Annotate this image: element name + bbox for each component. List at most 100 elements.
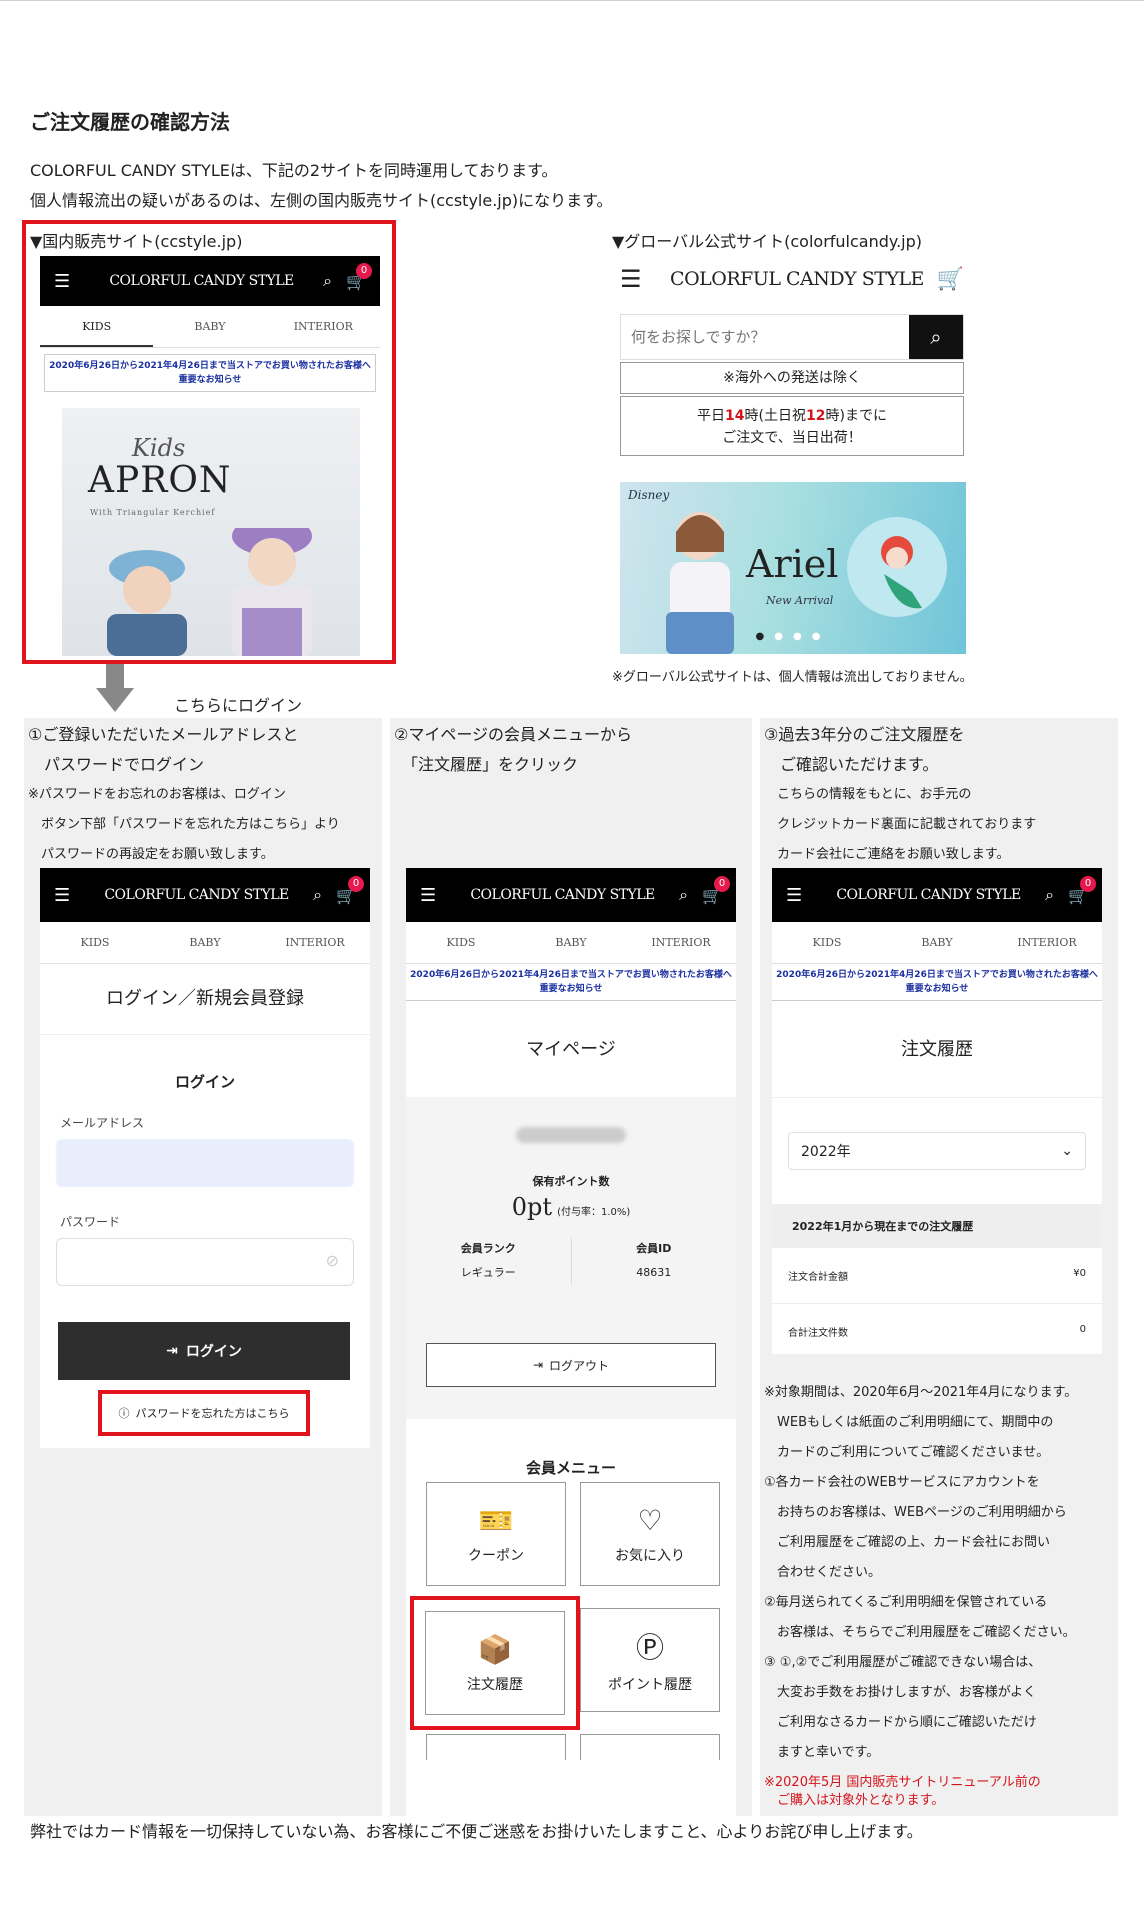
logout-icon: ⇥ — [532, 1358, 544, 1372]
red-note-line: ※2020年5月 国内販売サイトリニューアル前の — [764, 1775, 1041, 1790]
cart-icon[interactable]: 🛒 — [924, 267, 964, 292]
tab-baby[interactable]: BABY — [882, 922, 992, 963]
step3-notes: ※対象期間は、2020年6月～2021年4月になります。 WEBもしくは紙面のご… — [764, 1378, 1077, 1810]
tab-kids[interactable]: KIDS — [40, 306, 154, 347]
cart-badge: 0 — [1080, 876, 1096, 892]
tab-kids[interactable]: KIDS — [40, 922, 150, 963]
order-history-label: 注文履歴 — [467, 1676, 523, 1693]
global-search: ⌕ — [620, 314, 964, 360]
red-note-line: ご購入は対象外となります。 — [764, 1793, 945, 1808]
important-notice-link[interactable]: 2020年6月26日から2021年4月26日まで当ストアでお買い物されたお客様へ… — [44, 354, 376, 392]
search-icon[interactable]: ⌕ — [1045, 885, 1054, 905]
shipping-hour: 12 — [806, 408, 826, 424]
category-tabs: KIDS BABY INTERIOR — [40, 306, 380, 348]
order-history-tile[interactable]: 📦 注文履歴 — [425, 1611, 565, 1715]
eye-off-icon[interactable]: ⊘ — [326, 1251, 339, 1270]
step1-text: ①ご登録いただいたメールアドレスと パスワードでログイン ※パスワードをお忘れの… — [24, 718, 382, 872]
hamburger-icon[interactable]: ☰ — [420, 885, 460, 906]
note-line: お客様は、そちらでご利用履歴をご確認ください。 — [764, 1625, 1076, 1640]
hamburger-icon[interactable]: ☰ — [620, 265, 670, 293]
step1-note: ボタン下部「パスワードを忘れた方はこちら」より — [28, 817, 340, 832]
note-line: 合わせください。 — [764, 1565, 882, 1580]
search-icon[interactable]: ⌕ — [323, 271, 332, 291]
step2-line: ②マイページの会員メニューから — [394, 725, 633, 744]
note-line: ①各カード会社のWEBサービスにアカウントを — [764, 1475, 1040, 1490]
point-history-label: ポイント履歴 — [608, 1677, 692, 1693]
step2-line: 「注文履歴」をクリック — [394, 755, 579, 774]
category-tabs: KIDS BABY INTERIOR — [406, 922, 736, 964]
tab-baby[interactable]: BABY — [150, 922, 260, 963]
tab-kids[interactable]: KIDS — [406, 922, 516, 963]
shipping-text: 時(土日祝 — [744, 408, 806, 424]
tab-baby[interactable]: BABY — [516, 922, 626, 963]
hamburger-icon[interactable]: ☰ — [54, 271, 94, 292]
site-header: ☰ COLORFUL CANDY STYLE ⌕ 🛒 0 — [772, 868, 1102, 922]
shipping-line2: ご注文で、当日出荷！ — [722, 430, 862, 446]
banner-children-image — [107, 528, 312, 656]
site-logo[interactable]: COLORFUL CANDY STYLE — [94, 273, 309, 289]
step3-line: ③過去3年分のご注文履歴を — [764, 725, 965, 744]
important-notice-link[interactable]: 2020年6月26日から2021年4月26日まで当ストアでお買い物されたお客様へ… — [406, 964, 736, 1001]
hamburger-icon[interactable]: ☰ — [786, 885, 826, 906]
cart-badge: 0 — [356, 263, 372, 279]
search-icon: ⌕ — [930, 325, 942, 349]
apron-banner[interactable]: Kids APRON With Triangular Kerchief — [62, 408, 360, 656]
down-arrow-icon — [96, 664, 134, 712]
point-history-tile[interactable]: Ⓟ ポイント履歴 — [580, 1608, 720, 1712]
note-line: ご利用履歴をご確認の上、カード会社にお問い — [764, 1535, 1051, 1550]
banner-subtitle: New Arrival — [766, 594, 834, 607]
step3-note: こちらの情報をもとに、お手元の — [764, 787, 972, 802]
site-logo[interactable]: COLORFUL CANDY STYLE — [94, 887, 299, 903]
total-label: 注文合計金額 — [788, 1272, 848, 1283]
hamburger-icon[interactable]: ☰ — [54, 885, 94, 906]
banner-title: Ariel — [746, 542, 839, 586]
step3-line: ご確認いただけます。 — [764, 755, 939, 774]
email-field[interactable] — [56, 1139, 354, 1187]
search-icon[interactable]: ⌕ — [679, 885, 688, 905]
login-button[interactable]: ⇥ ログイン — [58, 1322, 350, 1380]
global-logo[interactable]: COLORFUL CANDY STYLE — [670, 268, 924, 290]
note-line: ますと幸いです。 — [764, 1745, 880, 1760]
more-tile[interactable] — [426, 1734, 566, 1760]
banner-title: APRON — [88, 460, 232, 501]
site-header: ☰ COLORFUL CANDY STYLE ⌕ 🛒 0 — [406, 868, 736, 922]
logout-area: ⇥ ログアウト — [406, 1343, 736, 1419]
important-notice-link[interactable]: 2020年6月26日から2021年4月26日まで当ストアでお買い物されたお客様へ… — [772, 964, 1102, 1001]
search-input[interactable] — [621, 315, 909, 359]
site-logo[interactable]: COLORFUL CANDY STYLE — [826, 887, 1031, 903]
total-row: 注文合計金額 ¥0 — [772, 1248, 1102, 1304]
domestic-site-mock: ☰ COLORFUL CANDY STYLE ⌕ 🛒 0 KIDS BABY I… — [40, 256, 380, 398]
member-info-row: 会員ランク レギュラー 会員ID 48631 — [406, 1237, 736, 1285]
tab-interior[interactable]: INTERIOR — [626, 922, 736, 963]
note-line: ②毎月送られてくるご利用明細を保管されている — [764, 1595, 1048, 1610]
logout-button[interactable]: ⇥ ログアウト — [426, 1343, 716, 1387]
tab-interior[interactable]: INTERIOR — [267, 306, 380, 347]
tab-interior[interactable]: INTERIOR — [992, 922, 1102, 963]
cart-badge: 0 — [714, 876, 730, 892]
search-icon[interactable]: ⌕ — [313, 885, 322, 905]
ariel-banner[interactable]: Disney Ariel New Arrival ●●●● — [620, 482, 966, 654]
carousel-dots[interactable]: ●●●● — [620, 631, 966, 642]
category-tabs: KIDS BABY INTERIOR — [40, 922, 370, 964]
step1-panel: ①ご登録いただいたメールアドレスと パスワードでログイン ※パスワードをお忘れの… — [24, 718, 382, 1816]
tab-interior[interactable]: INTERIOR — [260, 922, 370, 963]
note-line: お持ちのお客様は、WEBページのご利用明細から — [764, 1505, 1067, 1520]
site-logo[interactable]: COLORFUL CANDY STYLE — [460, 887, 665, 903]
help-icon: ⓘ — [118, 1407, 130, 1420]
tab-kids[interactable]: KIDS — [772, 922, 882, 963]
email-label: メールアドレス — [60, 1116, 145, 1130]
favorites-tile[interactable]: ♡ お気に入り — [580, 1482, 720, 1586]
password-field[interactable]: ⊘ — [56, 1238, 354, 1286]
coupon-tile[interactable]: 🎫 クーポン — [426, 1482, 566, 1586]
chevron-down-icon: ⌄ — [1061, 1143, 1073, 1159]
step3-panel: ③過去3年分のご注文履歴を ご確認いただけます。 こちらの情報をもとに、お手元の… — [760, 718, 1118, 1816]
points-value: 0pt — [511, 1193, 552, 1221]
coupon-label: クーポン — [468, 1547, 524, 1564]
login-button-label: ログイン — [185, 1344, 242, 1360]
tab-baby[interactable]: BABY — [153, 306, 266, 347]
forgot-password-link[interactable]: ⓘ パスワードを忘れた方はこちら — [98, 1390, 310, 1436]
year-select[interactable]: 2022年 ⌄ — [788, 1132, 1086, 1170]
more-tile[interactable] — [580, 1734, 720, 1760]
login-icon: ⇥ — [166, 1343, 178, 1359]
search-button[interactable]: ⌕ — [909, 315, 963, 359]
